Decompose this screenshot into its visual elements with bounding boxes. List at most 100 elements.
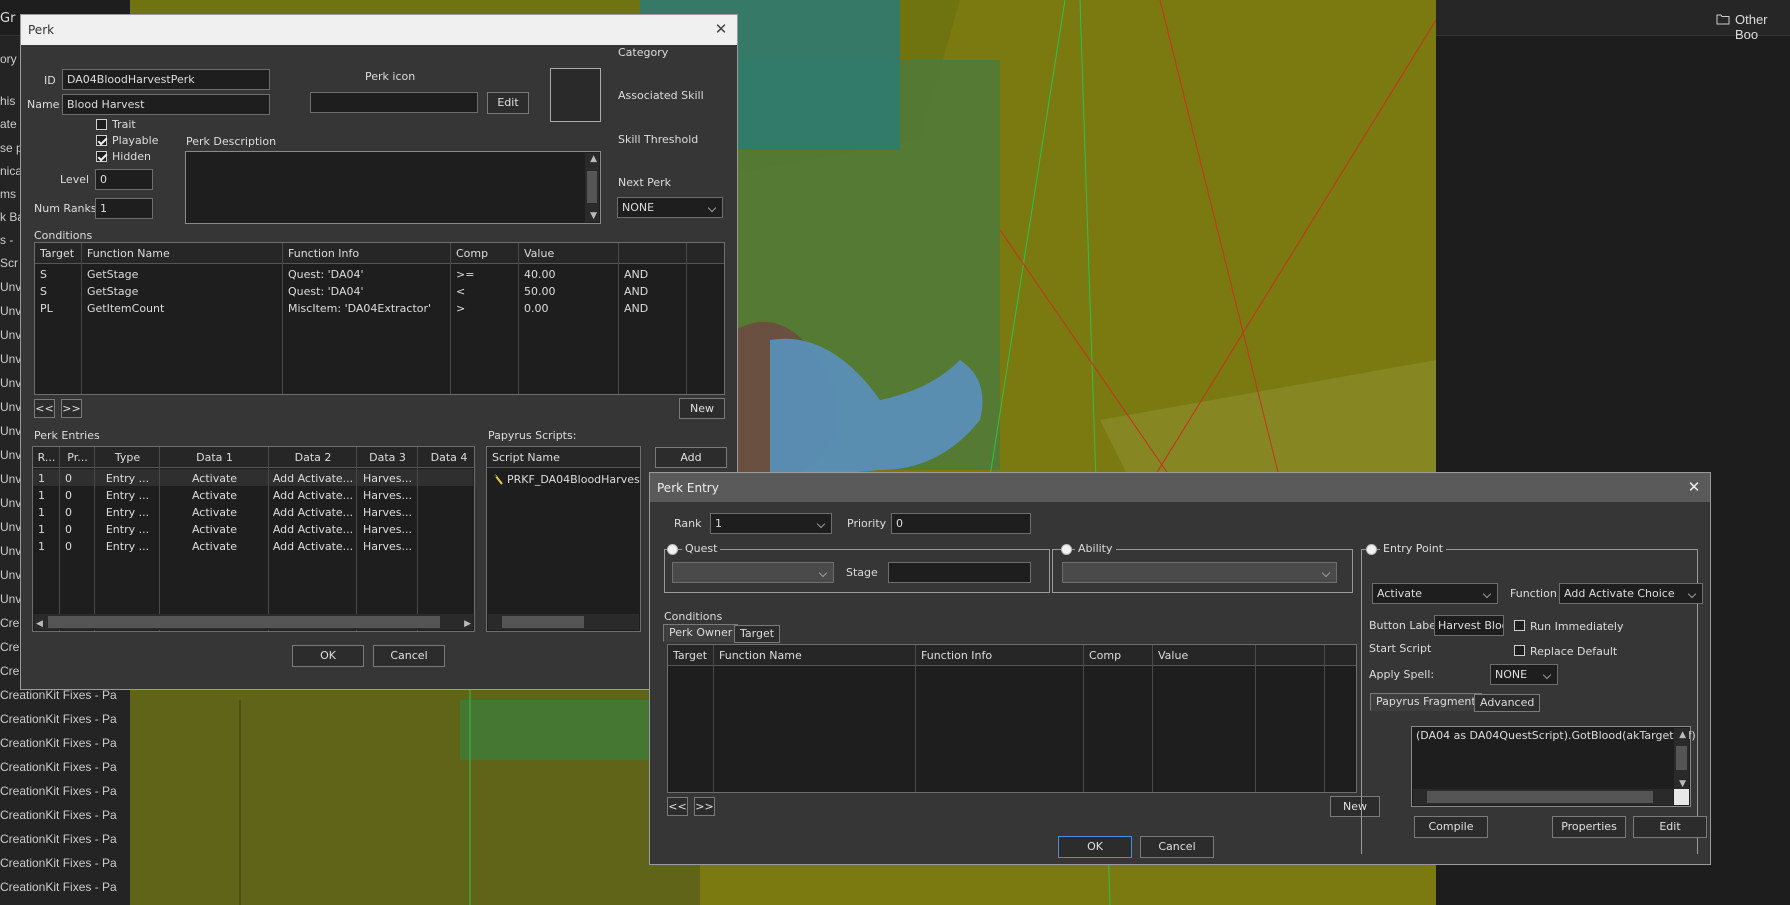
tab-advanced[interactable]: Advanced: [1474, 694, 1541, 712]
column-header[interactable]: Target: [673, 645, 711, 666]
sidebar-row[interactable]: CreationKit Fixes - Pa: [0, 736, 117, 750]
table-cell[interactable]: Activate: [160, 539, 269, 554]
sidebar-row[interactable]: his: [0, 94, 15, 108]
sidebar-row[interactable]: Scr: [0, 256, 18, 270]
table-cell[interactable]: GetStage: [87, 267, 280, 282]
sidebar-row[interactable]: CreationKit Fixes - Pa: [0, 856, 117, 870]
sidebar-row[interactable]: Unv: [0, 280, 21, 294]
sidebar-row[interactable]: Unv: [0, 496, 21, 510]
sidebar-row[interactable]: CreationKit Fixes - Pa: [0, 880, 117, 894]
perk-ok-button[interactable]: OK: [292, 645, 364, 667]
table-cell[interactable]: 1: [38, 471, 57, 486]
column-header[interactable]: [1330, 645, 1355, 666]
tab-papyrus-fragment[interactable]: Papyrus Fragment: [1370, 693, 1482, 711]
level-input[interactable]: 0: [95, 169, 153, 190]
ability-select[interactable]: [1062, 562, 1337, 583]
sidebar-row[interactable]: Unv: [0, 520, 21, 534]
perk-window-titlebar[interactable]: Perk: [21, 15, 737, 45]
table-cell[interactable]: GetItemCount: [87, 301, 280, 316]
playable-checkbox[interactable]: [96, 135, 107, 146]
table-cell[interactable]: [692, 267, 724, 282]
sidebar-row[interactable]: Unv: [0, 400, 21, 414]
sidebar-row[interactable]: Unv: [0, 424, 21, 438]
compile-button[interactable]: Compile: [1414, 816, 1488, 838]
trait-checkbox[interactable]: [96, 119, 107, 130]
perk-icon-input[interactable]: [310, 92, 478, 113]
table-cell[interactable]: Entry ...: [95, 505, 160, 520]
table-cell[interactable]: 1: [38, 539, 57, 554]
scripts-horizontal-scrollbar[interactable]: [488, 614, 639, 630]
column-header[interactable]: Value: [524, 243, 616, 264]
scroll-down-icon[interactable]: ▼: [590, 209, 597, 223]
table-cell[interactable]: Entry ...: [95, 522, 160, 537]
hidden-checkbox[interactable]: [96, 151, 107, 162]
entry-conditions-next-button[interactable]: >>: [694, 797, 715, 816]
entry-ok-button[interactable]: OK: [1058, 836, 1132, 858]
table-cell[interactable]: Add Activate...: [269, 505, 357, 520]
perk-entries-table[interactable]: R... 1 1 1 1 1 Pr... 0 0 0 0 0 Type Entry ... Entry ..…: [32, 446, 475, 632]
table-cell[interactable]: 0: [65, 505, 92, 520]
script-list-item[interactable]: PRKF_DA04BloodHarvestPerk: [507, 472, 640, 487]
sidebar-row[interactable]: CreationKit Fixes - Pa: [0, 808, 117, 822]
table-cell[interactable]: Quest: 'DA04': [288, 267, 448, 282]
table-cell[interactable]: PL: [40, 301, 79, 316]
column-header[interactable]: Data 2: [269, 447, 357, 468]
perk-icon-edit-button[interactable]: Edit: [487, 92, 529, 114]
num-ranks-input[interactable]: 1: [95, 198, 153, 219]
column-header[interactable]: [1261, 645, 1322, 666]
sidebar-row[interactable]: Unv: [0, 376, 21, 390]
stage-input[interactable]: [888, 562, 1031, 583]
tab-perk-owner[interactable]: Perk Owner: [663, 624, 739, 642]
quest-radio[interactable]: [667, 544, 678, 555]
perk-conditions-table[interactable]: Target S S PL Function Name GetStage GetStage G…: [34, 242, 725, 395]
table-cell[interactable]: S: [40, 267, 79, 282]
column-header[interactable]: Data 4: [418, 447, 474, 468]
table-cell[interactable]: Harves...: [357, 488, 418, 503]
rank-select[interactable]: 1: [710, 513, 832, 534]
table-cell[interactable]: AND: [624, 284, 684, 299]
column-header[interactable]: Data 1: [160, 447, 269, 468]
column-header[interactable]: [624, 243, 684, 264]
sidebar-row[interactable]: s -: [0, 233, 13, 247]
sidebar-row[interactable]: Unv: [0, 448, 21, 462]
fragment-edit-button[interactable]: Edit: [1633, 816, 1707, 838]
conditions-next-button[interactable]: >>: [61, 399, 82, 418]
sidebar-row[interactable]: Unv: [0, 304, 21, 318]
sidebar-row[interactable]: ms: [0, 187, 16, 201]
sidebar-row[interactable]: Unv: [0, 568, 21, 582]
table-cell[interactable]: 0: [65, 539, 92, 554]
priority-input[interactable]: 0: [891, 513, 1031, 534]
entry-conditions-table[interactable]: Target Function Name Function Info Comp Valu…: [667, 644, 1357, 793]
sidebar-row[interactable]: Unv: [0, 472, 21, 486]
perk-description-textarea[interactable]: ▲ ▼: [185, 151, 601, 224]
add-script-button[interactable]: Add: [655, 447, 727, 468]
run-immediately-checkbox[interactable]: [1514, 620, 1525, 631]
table-cell[interactable]: S: [40, 284, 79, 299]
table-cell[interactable]: Harves...: [357, 471, 418, 486]
table-cell[interactable]: Activate: [160, 488, 269, 503]
table-cell[interactable]: Activate: [160, 471, 269, 486]
sidebar-row[interactable]: CreationKit Fixes - Pa: [0, 688, 117, 702]
column-header[interactable]: Comp: [456, 243, 516, 264]
column-header[interactable]: Function Name: [719, 645, 913, 666]
sidebar-row[interactable]: Cre: [0, 664, 19, 678]
table-cell[interactable]: Entry ...: [95, 471, 160, 486]
next-perk-select[interactable]: NONE: [617, 197, 723, 218]
column-header[interactable]: Data 3: [357, 447, 418, 468]
function-select[interactable]: Add Activate Choice: [1559, 583, 1703, 604]
table-cell[interactable]: MiscItem: 'DA04Extractor': [288, 301, 448, 316]
sidebar-row[interactable]: Cre: [0, 640, 19, 654]
entry-cancel-button[interactable]: Cancel: [1140, 836, 1214, 858]
id-input[interactable]: DA04BloodHarvestPerk: [62, 69, 270, 90]
sidebar-row[interactable]: Unv: [0, 592, 21, 606]
table-cell[interactable]: 1: [38, 488, 57, 503]
perk-entry-titlebar[interactable]: Perk Entry: [650, 473, 1710, 502]
table-cell[interactable]: 0.00: [524, 301, 616, 316]
quest-select[interactable]: [672, 562, 834, 583]
conditions-prev-button[interactable]: <<: [34, 399, 55, 418]
column-header[interactable]: Value: [1158, 645, 1253, 666]
table-cell[interactable]: 0: [65, 488, 92, 503]
table-cell[interactable]: [423, 488, 474, 503]
table-cell[interactable]: >: [456, 301, 516, 316]
perk-cancel-button[interactable]: Cancel: [373, 645, 445, 667]
